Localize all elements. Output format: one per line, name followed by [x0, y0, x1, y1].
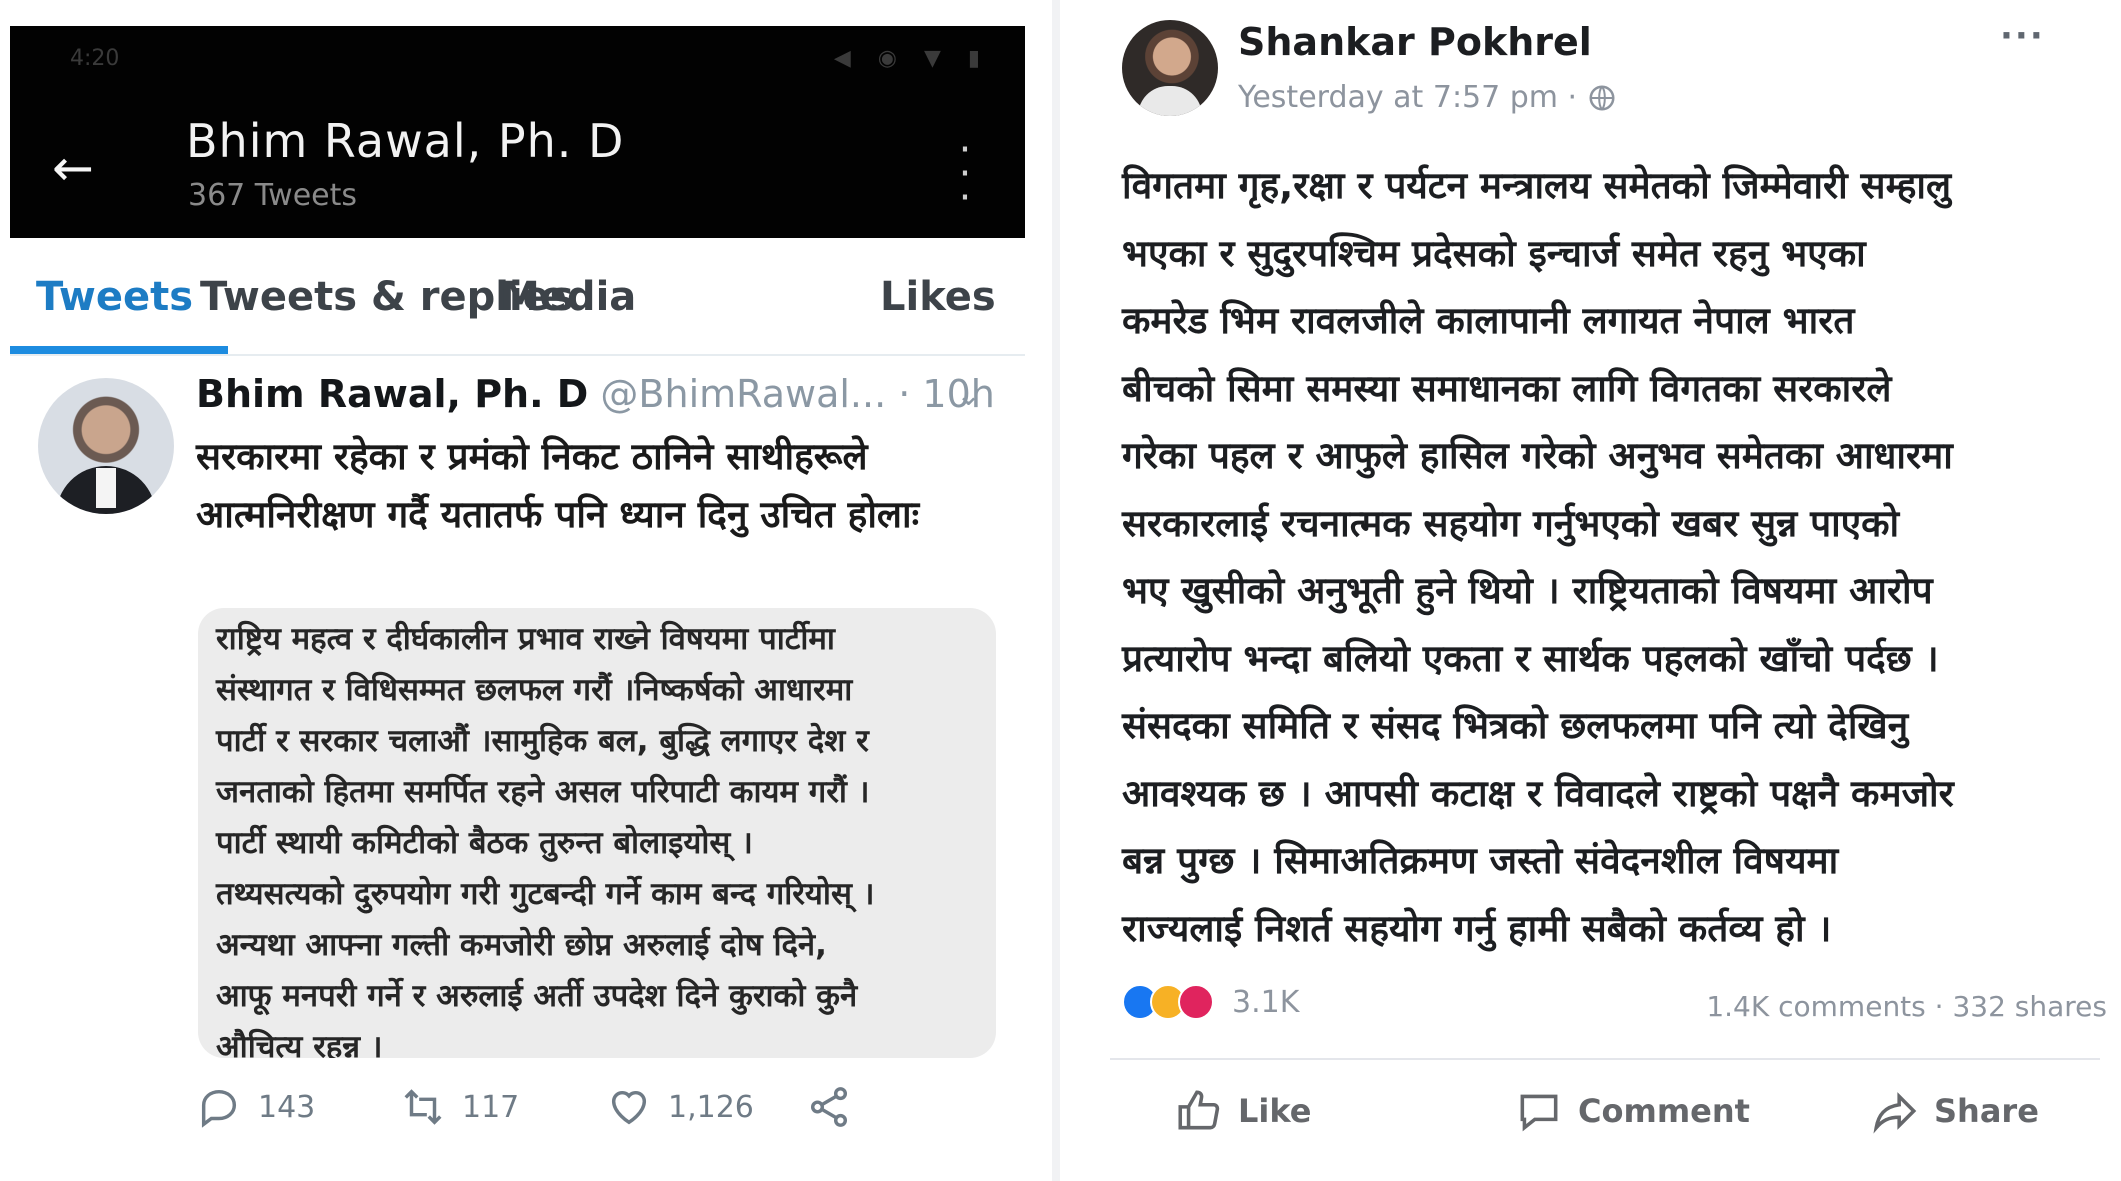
like-button[interactable]: Like	[1174, 1086, 1311, 1136]
share-arrow-icon	[1873, 1092, 1917, 1134]
profile-tabs: Tweets Tweets & replies Media Likes	[10, 238, 1025, 356]
status-time: 4:20	[70, 46, 120, 71]
status-icons: ◀ ◉ ▼ ▮	[833, 46, 990, 71]
tweet-handle[interactable]: @BhimRawal...	[600, 372, 886, 416]
reactions-count: 3.1K	[1232, 984, 1300, 1020]
reactions-summary[interactable]: 3.1K	[1122, 984, 1299, 1020]
panel-divider	[1052, 0, 1060, 1181]
post-time[interactable]: Yesterday at 7:57 pm ·	[1238, 80, 1577, 115]
retweet-button[interactable]: 117	[400, 1084, 519, 1130]
active-tab-indicator	[10, 346, 228, 354]
like-label: Like	[1238, 1092, 1312, 1130]
tweet-author[interactable]: Bhim Rawal, Ph. D	[196, 372, 588, 416]
post-line: विगतमा गृह,रक्षा र पर्यटन मन्त्रालय समेत…	[1122, 164, 1952, 207]
quote-line: जनताको हितमा समर्पित रहने असल परिपाटी का…	[216, 774, 870, 810]
tab-media[interactable]: Media	[500, 274, 636, 320]
back-arrow-icon[interactable]: ←	[52, 138, 112, 198]
facebook-post-panel: Shankar Pokhrel Yesterday at 7:57 pm · ·…	[1070, 0, 2121, 1181]
quote-line: तथ्यसत्यको दुरुपयोग गरी गुटबन्दी गर्ने क…	[216, 876, 875, 912]
comment-button[interactable]: Comment	[1514, 1086, 1750, 1136]
quote-line: संस्थागत र विधिसम्मत छलफल गरौं ।निष्कर्ष…	[216, 672, 853, 708]
retweet-icon	[404, 1089, 442, 1125]
comments-shares-count[interactable]: 1.4K comments · 332 shares	[1706, 990, 2107, 1023]
twitter-header: 4:20 ◀ ◉ ▼ ▮ ← Bhim Rawal, Ph. D 367 Twe…	[10, 26, 1025, 238]
more-options-icon[interactable]: ···	[950, 130, 980, 218]
quoted-image[interactable]: राष्ट्रिय महत्व र दीर्घकालीन प्रभाव राख्…	[198, 608, 996, 1058]
post-line: बीचको सिमा समस्या समाधानका लागि विगतका स…	[1122, 366, 1892, 410]
like-count: 1,126	[668, 1089, 754, 1125]
status-bar: 4:20 ◀ ◉ ▼ ▮	[70, 46, 990, 76]
tweet-header: Bhim Rawal, Ph. D @BhimRawal... · 10h	[196, 372, 995, 416]
post-line: सरकारलाई रचनात्मक सहयोग गर्नुभएको खबर सु…	[1122, 501, 1900, 545]
more-options-icon[interactable]: ···	[2000, 16, 2045, 56]
share-button[interactable]: Share	[1870, 1086, 2039, 1136]
post-line: बन्न पुग्छ । सिमाअतिक्रमण जस्तो संवेदनशी…	[1122, 839, 1839, 882]
thumbs-up-icon	[1178, 1090, 1220, 1130]
quote-line: अन्यथा आफ्ना गल्ती कमजोरी छोप्न अरुलाई द…	[216, 927, 827, 963]
post-line: भएका र सुदुरपश्चिम प्रदेसको इन्चार्ज समे…	[1122, 231, 1866, 275]
quote-line: औचित्य रहन्न ।	[216, 1029, 383, 1058]
post-line: प्रत्यारोप भन्दा बलियो एकता र सार्थक पहल…	[1122, 636, 1939, 680]
divider	[1110, 1058, 2100, 1060]
post-line: राज्यलाई निशर्त सहयोग गर्नु हामी सबैको क…	[1122, 906, 1832, 950]
tab-tweets[interactable]: Tweets	[36, 274, 193, 320]
reply-count: 143	[258, 1089, 316, 1125]
reply-button[interactable]: 143	[196, 1084, 315, 1130]
share-button[interactable]	[806, 1084, 852, 1130]
post-line: भए खुसीको अनुभूती हुने थियो । राष्ट्रियत…	[1122, 569, 1933, 612]
share-icon	[810, 1087, 848, 1127]
avatar[interactable]	[38, 378, 174, 514]
post-line: संसदका समिति र संसद भित्रको छलफलमा पनि त…	[1122, 704, 1909, 747]
profile-name: Bhim Rawal, Ph. D	[186, 114, 625, 168]
post-line: आवश्यक छ । आपसी कटाक्ष र विवादले राष्ट्र…	[1122, 771, 1954, 815]
post-text: विगतमा गृह,रक्षा र पर्यटन मन्त्रालय समेत…	[1122, 152, 2112, 962]
quote-line: पार्टी स्थायी कमिटीको बैठक तुरुन्त बोलाइ…	[216, 825, 753, 861]
tab-likes[interactable]: Likes	[880, 274, 996, 320]
angry-reaction-icon	[1178, 984, 1214, 1020]
like-button[interactable]: 1,126	[606, 1084, 754, 1130]
quote-line: आफू मनपरी गर्ने र अरुलाई अर्ती उपदेश दिन…	[216, 978, 858, 1014]
tweet-count: 367 Tweets	[188, 178, 357, 213]
post-author[interactable]: Shankar Pokhrel	[1238, 20, 1592, 64]
tweet-actions: 143 117 1,126	[196, 1084, 916, 1140]
quote-line: पार्टी र सरकार चलाऔं ।सामुहिक बल, बुद्धि…	[216, 723, 869, 759]
tweet-text: सरकारमा रहेका र प्रमंको निकट ठानिने साथी…	[196, 435, 920, 536]
globe-icon	[1589, 85, 1615, 110]
reply-icon	[201, 1089, 237, 1128]
comment-icon	[1520, 1094, 1558, 1132]
post-action-bar: Like Comment Share	[1110, 1086, 2100, 1152]
quote-line: राष्ट्रिय महत्व र दीर्घकालीन प्रभाव राख्…	[216, 621, 835, 657]
chevron-down-icon[interactable]: ⌄	[956, 378, 981, 413]
post-timestamp: Yesterday at 7:57 pm ·	[1238, 80, 1617, 115]
post-line: कमरेड भिम रावलजीले कालापानी लगायत नेपाल …	[1122, 299, 1855, 342]
share-label: Share	[1934, 1092, 2039, 1130]
avatar[interactable]	[1122, 20, 1218, 116]
post-line: गरेका पहल र आफुले हासिल गरेको अनुभव समेत…	[1122, 434, 1953, 477]
comment-label: Comment	[1578, 1092, 1750, 1130]
retweet-count: 117	[462, 1089, 520, 1125]
twitter-profile-panel: 4:20 ◀ ◉ ▼ ▮ ← Bhim Rawal, Ph. D 367 Twe…	[0, 0, 1050, 1181]
heart-icon	[611, 1090, 647, 1125]
